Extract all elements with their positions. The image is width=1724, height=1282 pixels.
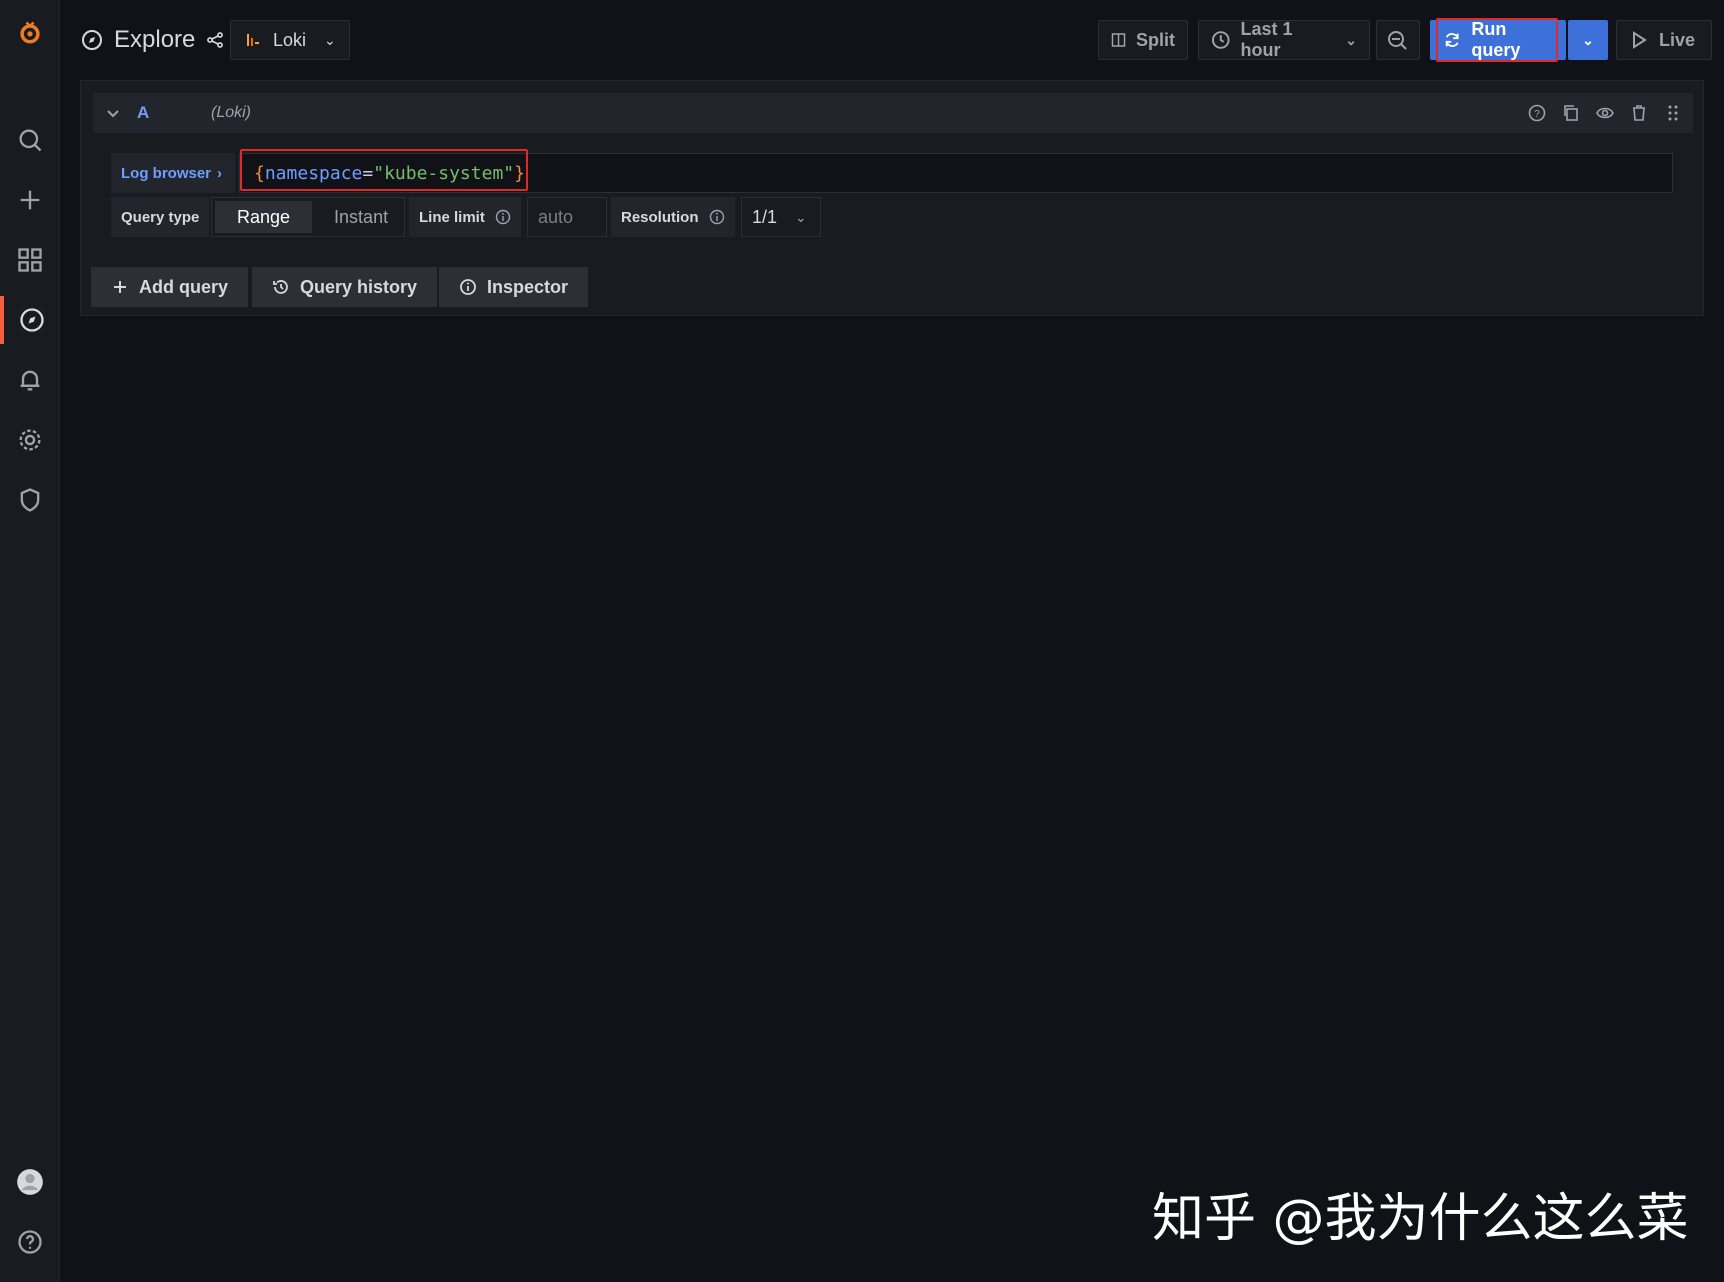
query-row-header: A (Loki) ?: [93, 93, 1693, 133]
query-token-label-value: "kube-system": [373, 162, 515, 184]
info-icon[interactable]: [495, 209, 511, 225]
time-range-picker[interactable]: Last 1 hour ⌄: [1198, 19, 1370, 60]
datasource-name: Loki: [273, 29, 307, 50]
info-icon[interactable]: [709, 209, 725, 225]
plus-icon: [114, 281, 126, 293]
trash-icon[interactable]: [1629, 103, 1649, 123]
resolution-label-text: Resolution: [621, 208, 699, 226]
help-icon[interactable]: [0, 1218, 60, 1266]
zoom-out-icon: [1388, 31, 1407, 50]
eye-icon[interactable]: [1595, 103, 1615, 123]
collapse-chevron-icon[interactable]: [105, 105, 121, 121]
query-panel: A (Loki) ? Log browser › {namespace = "kub…: [80, 80, 1704, 316]
user-avatar-icon[interactable]: [0, 1158, 60, 1206]
query-ref-id[interactable]: A: [137, 103, 149, 123]
chevron-right-icon: ›: [217, 164, 223, 182]
log-browser-button[interactable]: Log browser ›: [111, 153, 235, 193]
query-token-label-key: namespace: [264, 162, 363, 184]
run-query-button[interactable]: Run query: [1430, 19, 1566, 60]
split-columns-icon: [1111, 33, 1126, 47]
resolution-value: 1/1: [752, 206, 778, 227]
zoom-out-button[interactable]: [1376, 20, 1420, 60]
info-icon: [460, 279, 476, 295]
history-icon: [273, 280, 288, 294]
resolution-select[interactable]: 1/1 ⌄: [741, 197, 821, 237]
query-token-open-brace: {: [254, 162, 265, 184]
query-type-range-option[interactable]: Range: [215, 201, 313, 233]
query-datasource-label: (Loki): [211, 104, 252, 121]
settings-gear-icon[interactable]: [0, 416, 60, 464]
explore-compass-icon[interactable]: [0, 296, 60, 344]
add-query-label: Add query: [139, 276, 229, 297]
inspector-label: Inspector: [487, 276, 569, 297]
share-icon[interactable]: [205, 30, 225, 50]
query-editor-input[interactable]: {namespace = "kube-system"}: [239, 153, 1673, 193]
watermark: 知乎 @我为什么这么菜: [1152, 1189, 1689, 1249]
log-browser-label: Log browser: [121, 164, 212, 182]
refresh-icon: [1445, 33, 1459, 47]
query-type-instant-option[interactable]: Instant: [312, 201, 410, 233]
chevron-down-icon: ⌄: [1582, 31, 1594, 48]
chevron-down-icon: ⌄: [1345, 31, 1357, 48]
query-history-button[interactable]: Query history: [252, 267, 438, 307]
datasource-picker[interactable]: Loki ⌄: [230, 20, 350, 60]
split-button[interactable]: Split: [1098, 20, 1188, 60]
shield-icon[interactable]: [0, 476, 60, 524]
query-token-operator: =: [362, 162, 374, 184]
search-icon[interactable]: [0, 116, 60, 164]
svg-text:?: ?: [1534, 109, 1540, 120]
sidebar: [0, 0, 60, 1282]
line-limit-input[interactable]: auto: [527, 197, 607, 237]
plus-icon[interactable]: [0, 176, 60, 224]
query-type-label: Query type: [111, 197, 210, 237]
dashboards-grid-icon[interactable]: [0, 236, 60, 284]
query-type-radio-group: Range Instant: [211, 197, 405, 237]
time-range-label: Last 1 hour: [1240, 19, 1293, 60]
clock-icon: [1211, 31, 1230, 49]
top-bar: Explore Loki ⌄ Split Last 1 hour ⌄ Run q…: [60, 0, 1724, 80]
add-query-button[interactable]: Add query: [91, 267, 249, 307]
loki-logo-icon: [247, 34, 259, 46]
explore-compass-icon: [82, 30, 102, 50]
grafana-logo-icon[interactable]: [0, 8, 60, 58]
query-row-actions: ?: [1527, 103, 1683, 123]
run-query-interval-dropdown[interactable]: ⌄: [1568, 20, 1608, 60]
split-label: Split: [1136, 29, 1175, 50]
query-history-label: Query history: [300, 276, 418, 297]
alerting-bell-icon[interactable]: [0, 356, 60, 404]
chevron-down-icon: ⌄: [324, 31, 336, 48]
duplicate-icon[interactable]: [1561, 103, 1581, 123]
chevron-down-icon: ⌄: [795, 208, 807, 225]
page-title: Explore: [80, 20, 225, 60]
query-token-close-brace: }: [514, 162, 525, 184]
run-query-label: Run query: [1471, 19, 1521, 60]
play-icon: [1633, 31, 1647, 49]
inspector-button[interactable]: Inspector: [439, 267, 589, 307]
line-limit-label-text: Line limit: [419, 208, 485, 226]
page-title-text: Explore: [114, 26, 196, 53]
drag-handle-icon[interactable]: [1663, 103, 1683, 123]
line-limit-label: Line limit: [409, 197, 521, 237]
resolution-label: Resolution: [611, 197, 735, 237]
live-button[interactable]: Live: [1616, 20, 1712, 60]
live-label: Live: [1659, 29, 1696, 50]
help-icon[interactable]: ?: [1527, 103, 1547, 123]
query-type-label-text: Query type: [121, 208, 200, 226]
